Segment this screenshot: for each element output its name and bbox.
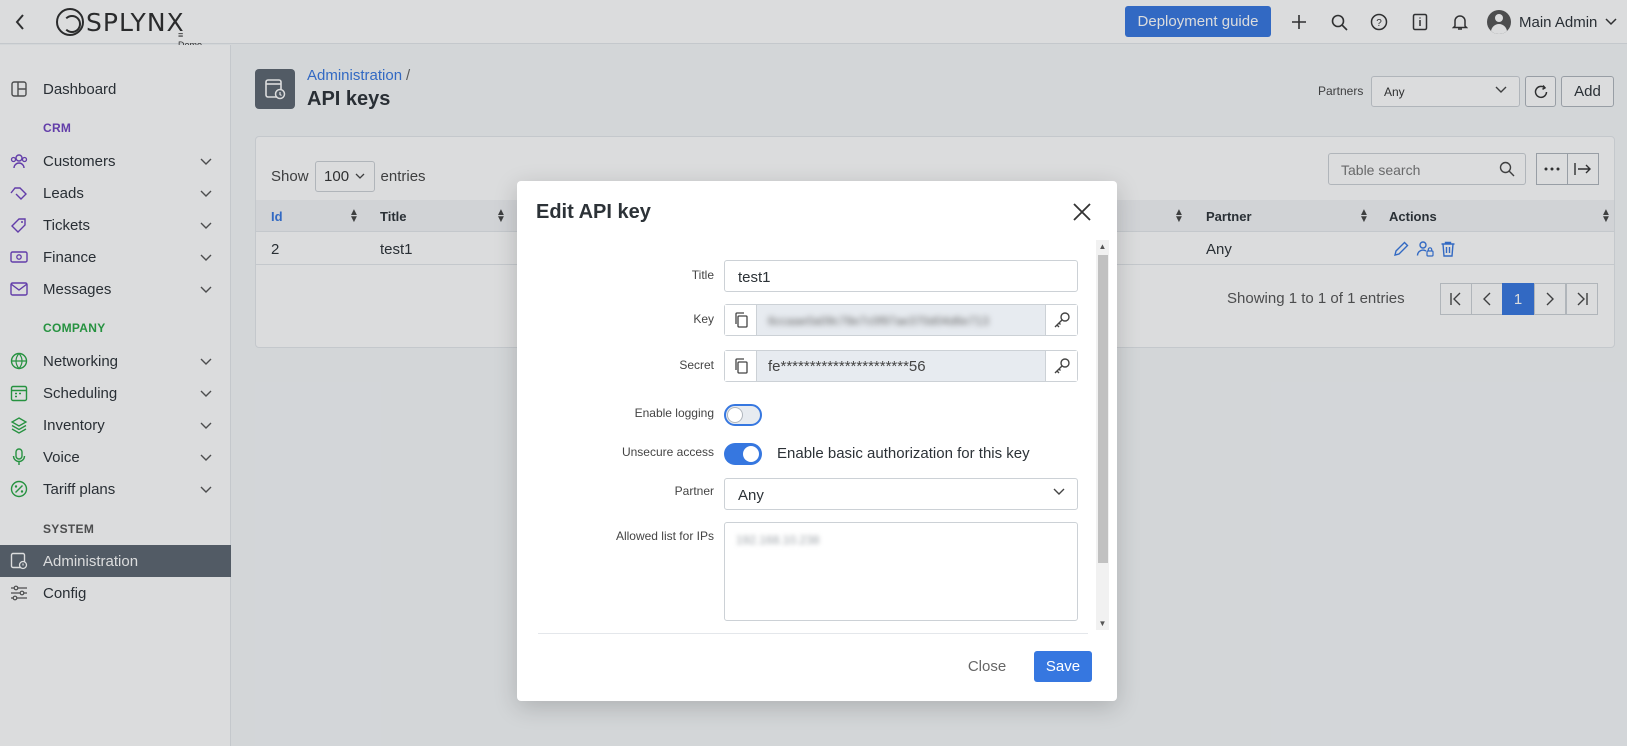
toggle-knob <box>728 408 742 422</box>
partner-select-value: Any <box>738 487 764 504</box>
key-icon[interactable] <box>1045 305 1077 335</box>
allowed-ips-textarea[interactable]: 192.168.10.238 <box>724 522 1078 621</box>
secret-field: fe**********************56 <box>724 350 1078 382</box>
secret-value: fe**********************56 <box>768 358 926 375</box>
modal-title: Edit API key <box>536 201 651 223</box>
title-label: Title <box>691 268 714 282</box>
enable-logging-label: Enable logging <box>634 406 714 420</box>
scroll-down-arrow-icon[interactable]: ▼ <box>1096 617 1109 630</box>
close-button[interactable]: Close <box>965 651 1009 682</box>
partner-label: Partner <box>674 484 714 498</box>
copy-icon[interactable] <box>725 351 757 381</box>
secret-label: Secret <box>679 358 714 372</box>
chevron-down-icon <box>1053 488 1065 495</box>
unsecure-access-label: Unsecure access <box>621 445 714 459</box>
toggle-knob <box>743 446 759 462</box>
copy-icon[interactable] <box>725 305 757 335</box>
enable-logging-toggle[interactable] <box>724 404 762 426</box>
key-value: 6ccaae0a09c78e7c0f97ae370d04d6e713 <box>768 314 989 328</box>
unsecure-access-toggle[interactable] <box>724 443 762 465</box>
key-label: Key <box>693 312 714 326</box>
key-icon[interactable] <box>1045 351 1077 381</box>
app-window: SPLYNX ≡ Demo Deployment guide ? Main Ad… <box>0 0 1627 746</box>
allowed-ips-label: Allowed list for IPs <box>615 529 714 543</box>
modal-scrollbar-thumb[interactable] <box>1098 255 1108 563</box>
key-field: 6ccaae0a09c78e7c0f97ae370d04d6e713 <box>724 304 1078 336</box>
edit-api-key-modal: Edit API key Title test1 Key 6ccaae0a09c… <box>517 181 1117 701</box>
partner-select[interactable]: Any <box>724 478 1078 510</box>
unsecure-access-text: Enable basic authorization for this key <box>777 445 1030 462</box>
scroll-up-arrow-icon[interactable]: ▲ <box>1096 240 1109 253</box>
close-icon[interactable] <box>1069 199 1095 225</box>
modal-footer-divider <box>538 633 1088 634</box>
title-input[interactable]: test1 <box>724 260 1078 292</box>
save-button[interactable]: Save <box>1034 651 1092 682</box>
allowed-ips-value: 192.168.10.238 <box>736 533 820 547</box>
